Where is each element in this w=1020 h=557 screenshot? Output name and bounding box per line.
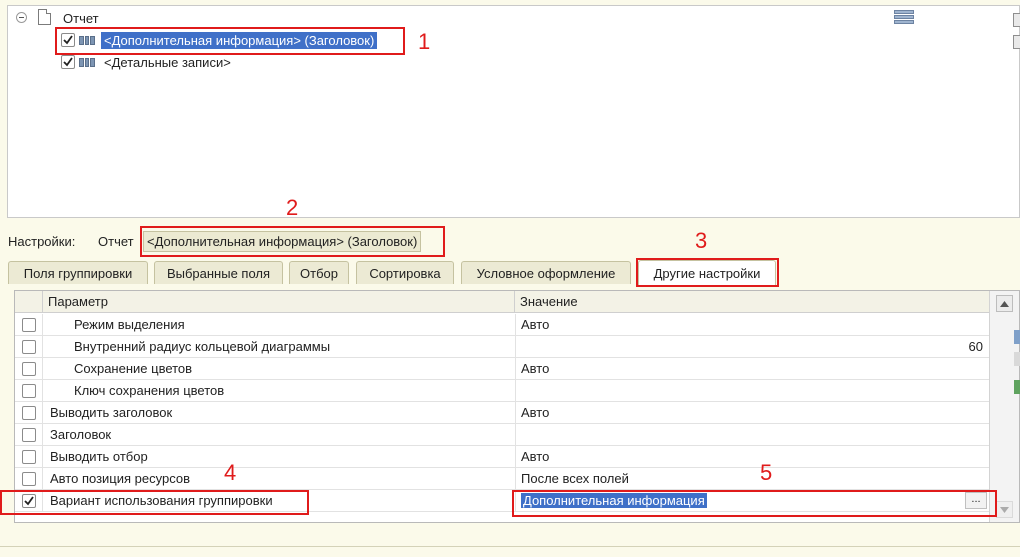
header-checkbox-column: [15, 291, 43, 313]
table-row[interactable]: Выводить отбор Авто: [15, 446, 989, 468]
param-value[interactable]: Авто: [515, 358, 989, 380]
param-name: Сохранение цветов: [74, 361, 193, 376]
param-name: Режим выделения: [74, 317, 185, 332]
row-checkbox[interactable]: [21, 472, 36, 486]
row-checkbox[interactable]: [21, 362, 36, 376]
tab-label: Выбранные поля: [166, 265, 271, 281]
tab-sorting[interactable]: Сортировка: [356, 261, 454, 284]
tab-conditional-formatting[interactable]: Условное оформление: [461, 261, 631, 284]
param-value[interactable]: Авто: [515, 402, 989, 424]
param-name: Выводить заголовок: [50, 405, 173, 420]
param-name: Авто позиция ресурсов: [50, 471, 190, 486]
tree-root-label[interactable]: Отчет: [63, 11, 99, 26]
grouping-icon: [79, 58, 96, 67]
param-value[interactable]: Авто: [515, 314, 989, 336]
annotation-box-1: [55, 27, 405, 55]
vertical-scrollbar[interactable]: [989, 291, 1019, 522]
annotation-box-3: [636, 258, 779, 287]
side-toolbar-icon[interactable]: [1014, 380, 1020, 394]
table-row[interactable]: Заголовок: [15, 424, 989, 446]
tab-label: Условное оформление: [476, 265, 616, 281]
table-row[interactable]: Выводить заголовок Авто: [15, 402, 989, 424]
settings-label: Настройки:: [8, 234, 76, 249]
column-header-value[interactable]: Значение: [515, 291, 989, 313]
row-checkbox[interactable]: [21, 406, 36, 420]
arrow-down-icon: [1000, 506, 1009, 513]
parameters-table: Параметр Значение Режим выделения Авто В…: [14, 290, 1020, 523]
table-row[interactable]: Сохранение цветов Авто: [15, 358, 989, 380]
arrow-up-icon: [1000, 300, 1009, 307]
column-header-parameter[interactable]: Параметр: [43, 291, 515, 313]
settings-path-prefix[interactable]: Отчет: [98, 234, 134, 249]
param-name: Выводить отбор: [50, 449, 148, 464]
tab-label: Отбор: [300, 265, 338, 281]
annotation-box-4: [0, 490, 309, 515]
param-value[interactable]: После всех полей: [515, 468, 989, 490]
table-row[interactable]: Внутренний радиус кольцевой диаграммы 60: [15, 336, 989, 358]
structure-view-icon[interactable]: [894, 10, 914, 27]
tab-label: Поля группировки: [23, 265, 133, 281]
annotation-number-3: 3: [695, 228, 708, 253]
tab-label: Сортировка: [369, 265, 441, 281]
param-value[interactable]: 60: [515, 336, 989, 358]
document-icon: [38, 9, 51, 25]
scroll-down-button[interactable]: [996, 501, 1013, 518]
annotation-number-2: 2: [286, 195, 299, 220]
row-checkbox[interactable]: [21, 384, 36, 398]
bottom-divider: [0, 546, 1020, 547]
annotation-number-5: 5: [760, 460, 773, 485]
tree-item-2-checkbox[interactable]: [61, 55, 75, 69]
side-toolbar-icon[interactable]: [1013, 35, 1020, 49]
tab-grouping-fields[interactable]: Поля группировки: [8, 261, 148, 284]
side-toolbar-icon[interactable]: [1014, 352, 1020, 366]
row-checkbox[interactable]: [21, 428, 36, 442]
param-name: Внутренний радиус кольцевой диаграммы: [74, 339, 331, 354]
annotation-number-1: 1: [418, 29, 431, 54]
collapse-icon[interactable]: [16, 12, 27, 23]
scroll-up-button[interactable]: [996, 295, 1013, 312]
table-row[interactable]: Ключ сохранения цветов: [15, 380, 989, 402]
tab-filter[interactable]: Отбор: [289, 261, 349, 284]
param-value[interactable]: [515, 424, 989, 446]
param-number-value: 60: [968, 339, 983, 354]
row-checkbox[interactable]: [21, 450, 36, 464]
param-name: Заголовок: [50, 427, 112, 442]
tree-item-2-label[interactable]: <Детальные записи>: [104, 55, 231, 70]
annotation-box-5: [512, 490, 997, 517]
param-name: Ключ сохранения цветов: [74, 383, 225, 398]
table-header: Параметр Значение: [15, 291, 989, 313]
annotation-box-2: [140, 226, 445, 257]
annotation-number-4: 4: [224, 460, 237, 485]
side-toolbar-icon[interactable]: [1014, 330, 1020, 344]
row-checkbox[interactable]: [21, 340, 36, 354]
table-row[interactable]: Авто позиция ресурсов После всех полей: [15, 468, 989, 490]
side-toolbar-icon[interactable]: [1013, 13, 1020, 27]
checkmark-icon: [63, 57, 73, 67]
param-value[interactable]: Авто: [515, 446, 989, 468]
tab-selected-fields[interactable]: Выбранные поля: [154, 261, 283, 284]
table-row[interactable]: Режим выделения Авто: [15, 314, 989, 336]
param-value[interactable]: [515, 380, 989, 402]
row-checkbox[interactable]: [21, 318, 36, 332]
